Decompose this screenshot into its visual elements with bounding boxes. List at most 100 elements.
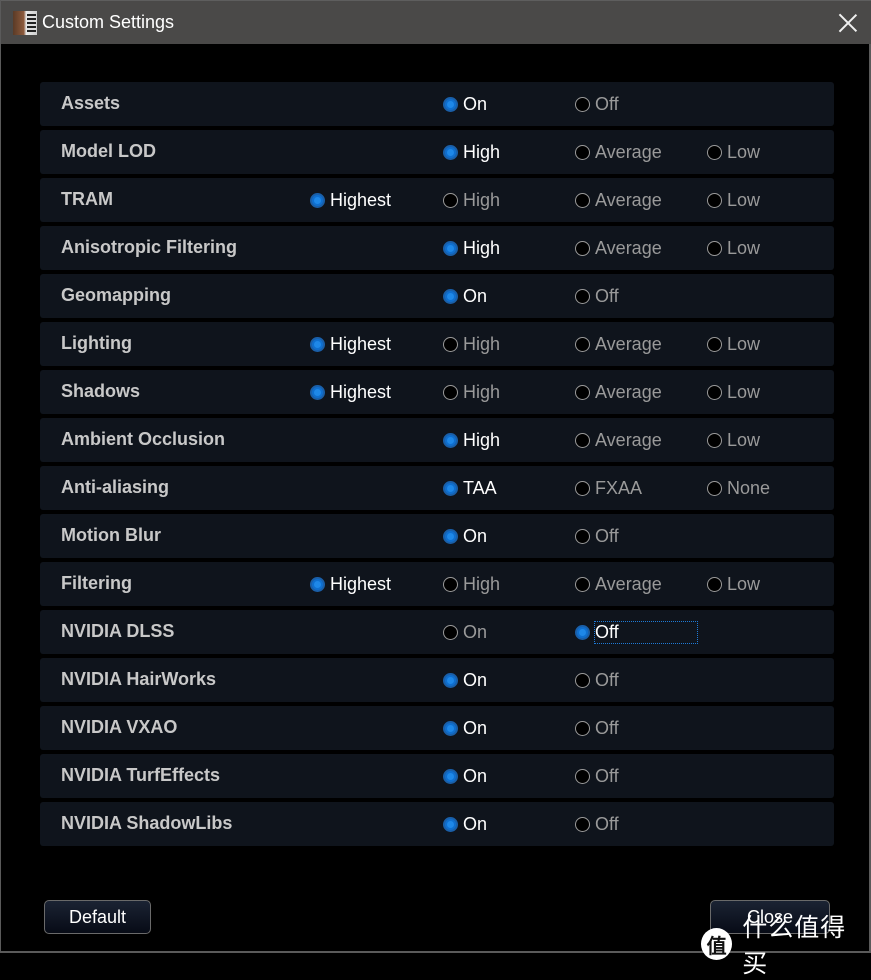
radio-checked-icon[interactable] — [443, 432, 458, 448]
radio-option[interactable]: High — [443, 429, 500, 451]
radio-unchecked-icon[interactable] — [575, 816, 590, 832]
radio-option[interactable]: Average — [575, 429, 662, 451]
radio-option[interactable]: Highest — [310, 189, 391, 211]
radio-checked-icon[interactable] — [443, 768, 458, 784]
radio-label: Off — [595, 669, 619, 690]
radio-checked-icon[interactable] — [443, 720, 458, 736]
radio-option[interactable]: Off — [575, 813, 619, 835]
radio-unchecked-icon[interactable] — [443, 576, 458, 592]
radio-option[interactable]: TAA — [443, 477, 497, 499]
radio-option[interactable]: Low — [707, 573, 760, 595]
radio-label: None — [727, 477, 771, 498]
radio-option[interactable]: Highest — [310, 381, 391, 403]
radio-label: Average — [595, 189, 662, 210]
radio-unchecked-icon[interactable] — [575, 672, 590, 688]
radio-unchecked-icon[interactable] — [707, 576, 722, 592]
radio-option[interactable]: Highest — [310, 333, 391, 355]
radio-option[interactable]: Low — [707, 189, 760, 211]
radio-unchecked-icon[interactable] — [575, 768, 590, 784]
radio-checked-icon[interactable] — [575, 624, 590, 640]
radio-option[interactable]: On — [443, 93, 487, 115]
radio-option[interactable]: Low — [707, 333, 760, 355]
radio-unchecked-icon[interactable] — [575, 384, 590, 400]
radio-option[interactable]: Low — [707, 237, 760, 259]
radio-unchecked-icon[interactable] — [707, 336, 722, 352]
radio-option[interactable]: On — [443, 813, 487, 835]
radio-option[interactable]: Average — [575, 381, 662, 403]
radio-option[interactable]: On — [443, 285, 487, 307]
radio-option[interactable]: High — [443, 573, 500, 595]
radio-unchecked-icon[interactable] — [575, 432, 590, 448]
radio-checked-icon[interactable] — [310, 192, 325, 208]
radio-option[interactable]: Off — [575, 765, 619, 787]
radio-unchecked-icon[interactable] — [575, 240, 590, 256]
radio-option[interactable]: High — [443, 189, 500, 211]
radio-unchecked-icon[interactable] — [575, 576, 590, 592]
radio-option[interactable]: On — [443, 717, 487, 739]
setting-row: NVIDIA ShadowLibs On Off — [40, 802, 834, 846]
radio-option[interactable]: Off — [575, 285, 619, 307]
radio-unchecked-icon[interactable] — [443, 336, 458, 352]
radio-option[interactable]: Low — [707, 429, 760, 451]
radio-option[interactable]: High — [443, 333, 500, 355]
radio-label: High — [463, 429, 501, 450]
radio-unchecked-icon[interactable] — [443, 624, 458, 640]
radio-checked-icon[interactable] — [443, 480, 458, 496]
radio-unchecked-icon[interactable] — [707, 192, 722, 208]
radio-option[interactable]: On — [443, 621, 487, 643]
default-button[interactable]: Default — [44, 900, 151, 934]
radio-option[interactable]: High — [443, 141, 500, 163]
window-title: Custom Settings — [42, 12, 175, 32]
radio-checked-icon[interactable] — [443, 144, 458, 160]
radio-checked-icon[interactable] — [443, 672, 458, 688]
radio-unchecked-icon[interactable] — [707, 480, 722, 496]
radio-unchecked-icon[interactable] — [575, 96, 590, 112]
radio-unchecked-icon[interactable] — [575, 192, 590, 208]
radio-option[interactable]: Average — [575, 141, 662, 163]
radio-unchecked-icon[interactable] — [443, 384, 458, 400]
radio-checked-icon[interactable] — [443, 240, 458, 256]
radio-option[interactable]: Average — [575, 573, 662, 595]
radio-unchecked-icon[interactable] — [707, 384, 722, 400]
radio-unchecked-icon[interactable] — [575, 720, 590, 736]
radio-option[interactable]: Average — [575, 189, 662, 211]
radio-checked-icon[interactable] — [443, 288, 458, 304]
radio-label: Off — [595, 525, 619, 546]
radio-option[interactable]: High — [443, 237, 500, 259]
radio-unchecked-icon[interactable] — [707, 144, 722, 160]
radio-checked-icon[interactable] — [310, 576, 325, 592]
radio-unchecked-icon[interactable] — [575, 288, 590, 304]
radio-option[interactable]: Off — [575, 525, 619, 547]
radio-unchecked-icon[interactable] — [575, 144, 590, 160]
radio-option[interactable]: Off — [575, 93, 619, 115]
radio-option[interactable]: On — [443, 669, 487, 691]
radio-option[interactable]: Off — [575, 669, 619, 691]
radio-unchecked-icon[interactable] — [443, 192, 458, 208]
radio-option[interactable]: High — [443, 381, 500, 403]
radio-option[interactable]: Average — [575, 333, 662, 355]
radio-option[interactable]: On — [443, 765, 487, 787]
radio-option[interactable]: FXAA — [575, 477, 642, 499]
radio-label: Average — [595, 429, 662, 450]
radio-checked-icon[interactable] — [443, 96, 458, 112]
radio-checked-icon[interactable] — [310, 336, 325, 352]
radio-option[interactable]: Average — [575, 237, 662, 259]
radio-checked-icon[interactable] — [443, 528, 458, 544]
radio-option[interactable]: On — [443, 525, 487, 547]
radio-unchecked-icon[interactable] — [707, 432, 722, 448]
setting-row: Assets On Off — [40, 82, 834, 126]
radio-unchecked-icon[interactable] — [707, 240, 722, 256]
radio-checked-icon[interactable] — [310, 384, 325, 400]
close-icon[interactable] — [838, 13, 858, 33]
radio-unchecked-icon[interactable] — [575, 336, 590, 352]
radio-label: Average — [595, 237, 662, 258]
radio-option[interactable]: Off — [575, 620, 698, 644]
radio-option[interactable]: Low — [707, 141, 760, 163]
radio-unchecked-icon[interactable] — [575, 480, 590, 496]
radio-option[interactable]: Off — [575, 717, 619, 739]
radio-unchecked-icon[interactable] — [575, 528, 590, 544]
radio-option[interactable]: Highest — [310, 573, 391, 595]
radio-option[interactable]: None — [707, 477, 770, 499]
radio-option[interactable]: Low — [707, 381, 760, 403]
radio-checked-icon[interactable] — [443, 816, 458, 832]
